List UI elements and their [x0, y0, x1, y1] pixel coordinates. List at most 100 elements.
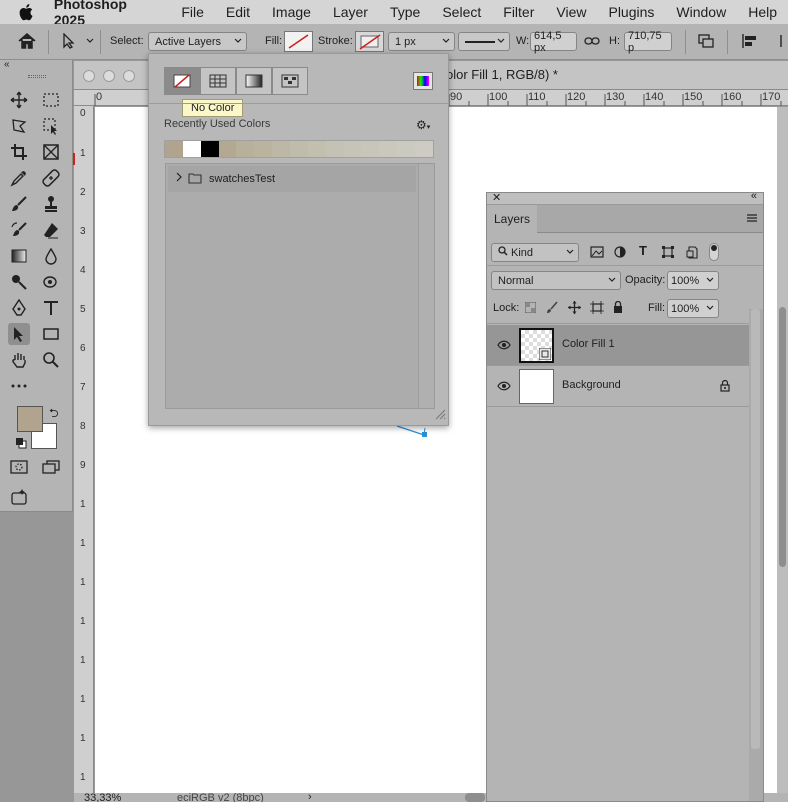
select-dropdown[interactable]: Active Layers [148, 32, 247, 51]
link-icon[interactable] [584, 35, 600, 47]
panel-menu-icon[interactable] [747, 213, 757, 226]
solid-color-button[interactable] [200, 67, 236, 95]
panel-grip[interactable] [28, 75, 46, 78]
quick-mask-icon[interactable] [8, 456, 30, 478]
height-field[interactable]: 710,75 p [624, 30, 672, 54]
menu-help[interactable]: Help [737, 4, 788, 20]
recent-color-swatch[interactable] [182, 141, 201, 157]
tool-preset-chevron-icon[interactable] [86, 38, 94, 43]
recent-color-swatch[interactable] [343, 141, 362, 157]
generative-fill-icon[interactable] [8, 486, 30, 508]
object-selection-tool-icon[interactable] [40, 115, 62, 137]
menu-edit[interactable]: Edit [215, 4, 261, 20]
menu-filter[interactable]: Filter [492, 4, 545, 20]
eyedropper-tool-icon[interactable] [8, 167, 30, 189]
collapse-panel-icon[interactable]: « [4, 59, 10, 70]
path-operations-icon[interactable] [697, 33, 715, 49]
home-icon[interactable] [17, 32, 37, 50]
recent-color-swatch[interactable] [415, 141, 433, 157]
color-profile[interactable]: eciRGB v2 (8bpc) [177, 792, 264, 802]
menu-file[interactable]: File [170, 4, 215, 20]
recent-color-swatch[interactable] [290, 141, 308, 157]
swap-colors-icon[interactable]: ⮌ [49, 404, 59, 425]
move-tool-icon[interactable] [8, 89, 30, 111]
zoom-window-button[interactable] [123, 70, 135, 82]
pen-tool-icon[interactable] [8, 297, 30, 319]
width-field[interactable]: 614,5 px [530, 30, 577, 54]
hand-tool-icon[interactable] [8, 349, 30, 371]
path-selection-tool-icon[interactable] [8, 323, 30, 345]
pixel-layer-filter-icon[interactable] [590, 246, 604, 261]
foreground-color-swatch[interactable] [17, 406, 43, 432]
gear-icon[interactable]: ⚙▾ [416, 118, 430, 132]
stroke-swatch-button[interactable] [355, 31, 384, 52]
opacity-field[interactable]: 100% [667, 271, 719, 290]
path-arrangement-icon[interactable] [779, 34, 788, 48]
recent-color-swatch[interactable] [379, 141, 398, 157]
adjustment-layer-filter-icon[interactable] [614, 246, 626, 261]
stroke-type-dropdown[interactable] [458, 32, 510, 51]
tab-layers[interactable]: Layers [487, 205, 537, 233]
lock-image-icon[interactable] [546, 301, 558, 317]
menu-view[interactable]: View [545, 4, 597, 20]
lasso-tool-icon[interactable] [8, 115, 30, 137]
menu-type[interactable]: Type [379, 4, 431, 20]
zoom-level[interactable]: 33,33% [84, 792, 121, 802]
menu-image[interactable]: Image [261, 4, 322, 20]
recent-color-swatch[interactable] [397, 141, 416, 157]
lock-position-icon[interactable] [568, 301, 581, 317]
recent-color-swatch[interactable] [165, 141, 183, 157]
layer-row[interactable]: Background [487, 366, 749, 407]
smudge-tool-icon[interactable] [40, 271, 62, 293]
recent-color-swatch[interactable] [361, 141, 380, 157]
stroke-width-field[interactable]: 1 px [388, 32, 455, 51]
apple-icon[interactable] [16, 3, 38, 21]
dodge-tool-icon[interactable] [8, 271, 30, 293]
eraser-tool-icon[interactable] [40, 219, 62, 241]
menu-select[interactable]: Select [431, 4, 492, 20]
history-brush-tool-icon[interactable] [8, 219, 30, 241]
lock-transparent-icon[interactable] [524, 301, 537, 316]
close-icon[interactable]: ✕ [492, 191, 501, 204]
recent-color-swatch[interactable] [254, 141, 273, 157]
screen-mode-icon[interactable] [40, 456, 62, 478]
menu-window[interactable]: Window [665, 4, 737, 20]
collapse-panel-icon[interactable]: « [751, 190, 757, 202]
lock-artboard-icon[interactable] [590, 301, 604, 317]
shape-layer-filter-icon[interactable] [662, 246, 674, 261]
minimize-window-button[interactable] [103, 70, 115, 82]
menu-layer[interactable]: Layer [322, 4, 379, 20]
default-colors-icon[interactable] [15, 437, 27, 449]
panel-header[interactable]: ✕ « [487, 190, 763, 205]
chevron-right-icon[interactable] [176, 172, 182, 185]
blend-mode-dropdown[interactable]: Normal [491, 271, 621, 290]
recent-color-swatch[interactable] [200, 141, 219, 157]
gradient-button[interactable] [236, 67, 272, 95]
marquee-tool-icon[interactable] [40, 89, 62, 111]
layers-scrollbar[interactable] [749, 309, 763, 801]
swatch-list-scrollbar[interactable] [418, 164, 434, 408]
swatch-group-row[interactable]: swatchesTest [168, 166, 416, 192]
fill-field[interactable]: 100% [667, 299, 719, 318]
recent-color-swatch[interactable] [236, 141, 255, 157]
scrollbar-thumb[interactable] [751, 309, 760, 749]
brush-tool-icon[interactable] [8, 193, 30, 215]
smart-object-filter-icon[interactable] [686, 246, 698, 262]
scrollbar-thumb[interactable] [779, 307, 786, 567]
path-selection-tool-icon[interactable] [62, 33, 76, 49]
menu-plugins[interactable]: Plugins [597, 4, 665, 20]
color-picker-button[interactable] [413, 72, 433, 90]
fill-swatch-button[interactable] [284, 31, 313, 52]
filter-toggle-switch[interactable] [709, 243, 719, 261]
frame-tool-icon[interactable] [40, 141, 62, 163]
visibility-eye-icon[interactable] [497, 340, 511, 353]
status-chevron-icon[interactable]: › [308, 791, 312, 802]
clone-stamp-tool-icon[interactable] [40, 193, 62, 215]
horizontal-scrollbar-thumb[interactable] [465, 793, 485, 802]
more-tools-icon[interactable] [8, 375, 30, 397]
blur-tool-icon[interactable] [40, 245, 62, 267]
recent-color-swatch[interactable] [218, 141, 237, 157]
layer-row[interactable]: Color Fill 1 [487, 325, 749, 366]
filter-kind-dropdown[interactable]: Kind [491, 243, 579, 262]
resize-grip-icon[interactable] [434, 408, 446, 423]
